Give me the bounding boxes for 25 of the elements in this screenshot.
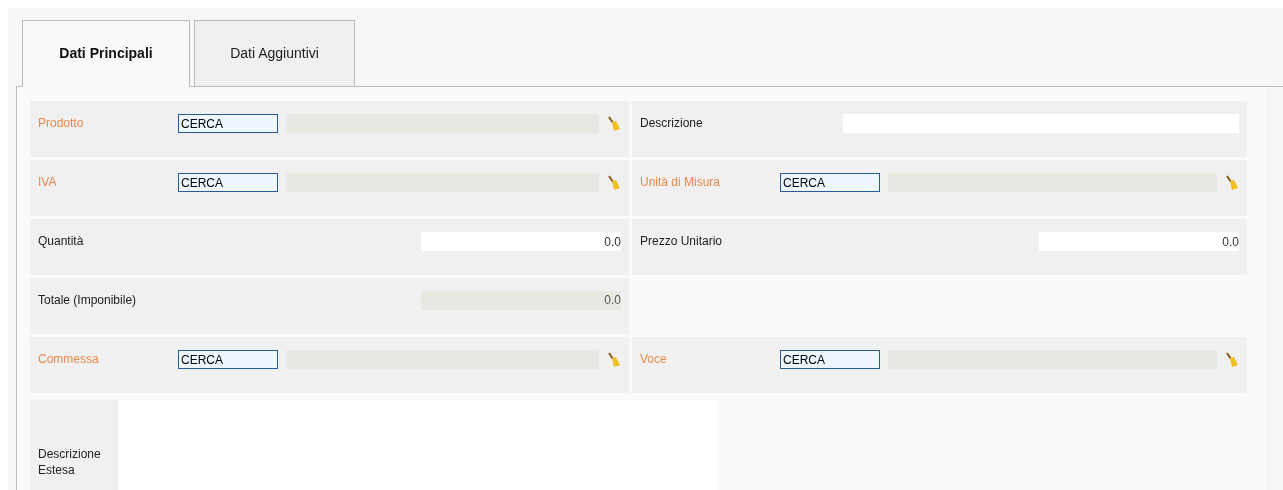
broom-icon[interactable]	[607, 351, 621, 368]
search-field[interactable]: CERCA	[178, 173, 278, 192]
search-field[interactable]: CERCA	[178, 350, 278, 369]
broom-icon[interactable]	[607, 174, 621, 191]
field-label: Descrizione Estesa	[38, 446, 102, 478]
number-field[interactable]: 0.0	[421, 232, 621, 251]
broom-icon[interactable]	[1225, 351, 1239, 368]
total-field: 0.0	[421, 291, 621, 310]
field-label: Prodotto	[38, 115, 85, 132]
field-label: IVA	[38, 174, 58, 191]
field-label: Commessa	[38, 351, 100, 368]
field-label: Quantità	[38, 233, 85, 250]
field-label: Prezzo Unitario	[640, 233, 724, 250]
broom-icon[interactable]	[1225, 174, 1239, 191]
broom-icon[interactable]	[607, 115, 621, 132]
tab[interactable]: Dati Aggiuntivi	[194, 20, 355, 87]
search-field[interactable]: CERCA	[178, 114, 278, 133]
field-label: Totale (Imponibile)	[38, 292, 138, 309]
field-label: Descrizione	[640, 115, 704, 132]
number-field[interactable]: 0.0	[1039, 232, 1239, 251]
field-label: Unità di Misura	[640, 174, 722, 191]
search-field[interactable]: CERCA	[780, 173, 880, 192]
field-label: Voce	[640, 351, 668, 368]
tab[interactable]: Dati Principali	[22, 20, 190, 87]
search-field[interactable]: CERCA	[780, 350, 880, 369]
